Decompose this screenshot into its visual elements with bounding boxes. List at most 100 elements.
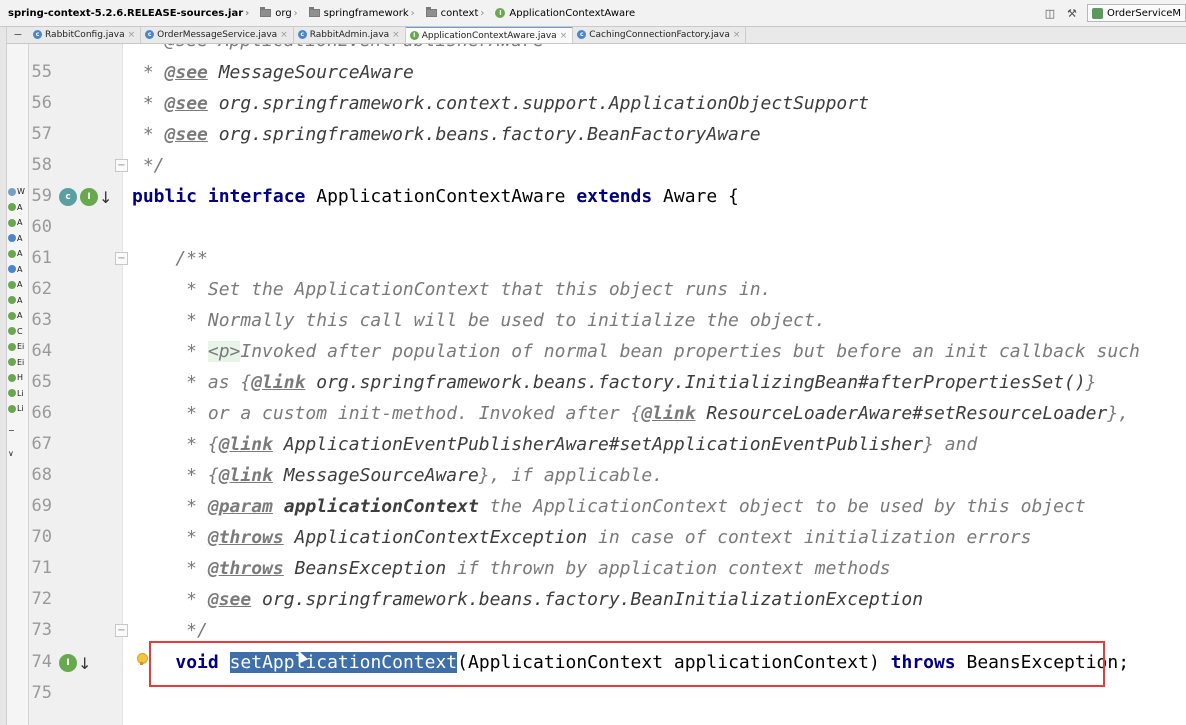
- line-number: 60: [31, 217, 52, 237]
- tree-item[interactable]: A: [7, 262, 28, 278]
- line-number: 74: [31, 652, 52, 672]
- code-line-60: 60: [29, 212, 1186, 243]
- code-text: * Set the ApplicationContext that this o…: [132, 279, 772, 300]
- interface-marker-icon[interactable]: I: [59, 654, 77, 672]
- interface-icon: [8, 296, 16, 305]
- code-line-59: 59 c I ↓ public interface ApplicationCon…: [29, 181, 1186, 212]
- breadcrumb-springframework[interactable]: springframework ›: [305, 7, 422, 19]
- fold-icon[interactable]: −: [115, 252, 128, 265]
- arrow-down-icon[interactable]: ↓: [99, 188, 112, 207]
- spring-boot-icon: [1091, 7, 1103, 19]
- line-number: 72: [31, 589, 52, 609]
- code-text: * @see org.springframework.beans.factory…: [132, 589, 924, 610]
- interface-icon: [8, 249, 16, 258]
- line-number: 61: [31, 248, 52, 268]
- editor-tabs: c RabbitConfig.java × c OrderMessageServ…: [29, 27, 1186, 44]
- breadcrumb-context[interactable]: context ›: [422, 7, 492, 19]
- line-number: 59: [31, 186, 52, 206]
- tree-item[interactable]: Ei: [7, 355, 28, 371]
- line-number: 68: [31, 465, 52, 485]
- code-text: * @see org.springframework.context.suppo…: [132, 93, 869, 114]
- code-line-71: 71 * @throws BeansException if thrown by…: [29, 553, 1186, 584]
- layout-icon[interactable]: ◫: [1042, 5, 1058, 21]
- tree-item[interactable]: C: [7, 324, 28, 340]
- tree-item[interactable]: A: [7, 308, 28, 324]
- line-number: 55: [31, 62, 52, 82]
- line-number: 73: [31, 620, 52, 640]
- breadcrumb-org[interactable]: org ›: [256, 7, 304, 19]
- code-line-74: 74 I ↓ void setApplicationContext(Applic…: [29, 647, 1186, 678]
- line-number: 57: [31, 124, 52, 144]
- code-line-72: 72 * @see org.springframework.beans.fact…: [29, 584, 1186, 615]
- interface-icon: [8, 203, 16, 212]
- interface-icon: [8, 373, 16, 382]
- tree-item[interactable]: A: [7, 277, 28, 293]
- tab-ordermessageservice[interactable]: c OrderMessageService.java ×: [141, 27, 294, 43]
- close-icon[interactable]: ×: [733, 30, 741, 40]
- tab-applicationcontextaware[interactable]: I ApplicationContextAware.java ×: [405, 27, 574, 43]
- code-line-57: 57 * @see org.springframework.beans.fact…: [29, 119, 1186, 150]
- class-icon: c: [577, 30, 587, 39]
- line-number: 69: [31, 496, 52, 516]
- folder-icon: [425, 7, 437, 17]
- run-configuration-selector[interactable]: OrderServiceM: [1086, 4, 1186, 22]
- tree-item[interactable]: A: [7, 231, 28, 247]
- hammer-icon[interactable]: ⚒: [1064, 5, 1080, 21]
- fold-icon[interactable]: −: [115, 624, 128, 637]
- tree-item[interactable]: A: [7, 293, 28, 309]
- tree-item[interactable]: W: [7, 184, 28, 200]
- code-text: */: [132, 155, 165, 176]
- line-number: 66: [31, 403, 52, 423]
- fold-icon[interactable]: −: [115, 159, 128, 172]
- gutter-markers: I ↓: [59, 653, 91, 673]
- line-number: 65: [31, 372, 52, 392]
- line-number: 64: [31, 341, 52, 361]
- code-line-70: 70 * @throws ApplicationContextException…: [29, 522, 1186, 553]
- tab-rabbitconfig[interactable]: c RabbitConfig.java ×: [29, 27, 142, 43]
- code-text: * {@link MessageSourceAware}, if applica…: [132, 465, 664, 486]
- collapse-icon[interactable]: −: [7, 27, 29, 44]
- breadcrumb-jar[interactable]: spring-context-5.2.6.RELEASE-sources.jar…: [0, 8, 256, 19]
- interface-icon: I: [495, 8, 506, 18]
- tree-item[interactable]: Li: [7, 386, 28, 402]
- close-icon[interactable]: ×: [280, 30, 288, 40]
- line-number: 63: [31, 310, 52, 330]
- code-line-65: 65 * as {@link org.springframework.beans…: [29, 367, 1186, 398]
- code-text: * @throws BeansException if thrown by ap…: [132, 558, 891, 579]
- line-number: 62: [31, 279, 52, 299]
- code-text: */: [132, 620, 208, 641]
- tree-item[interactable]: Li: [7, 401, 28, 417]
- close-icon[interactable]: ×: [128, 30, 136, 40]
- tree-item[interactable]: A: [7, 215, 28, 231]
- code-text: public interface ApplicationContextAware…: [132, 186, 739, 207]
- interface-marker-icon[interactable]: I: [80, 188, 98, 206]
- folder-icon: [260, 7, 272, 17]
- tree-item[interactable]: H: [7, 370, 28, 386]
- code-line-68: 68 * {@link MessageSourceAware}, if appl…: [29, 460, 1186, 491]
- tree-item[interactable]: A: [7, 246, 28, 262]
- implemented-by-icon[interactable]: c: [59, 188, 77, 206]
- code-text: * Normally this call will be used to ini…: [132, 310, 826, 331]
- breadcrumb-applicationcontextaware[interactable]: I ApplicationContextAware: [491, 8, 639, 19]
- close-icon[interactable]: ×: [560, 31, 568, 41]
- code-line-partial: * @see ApplicationEventPublisherAware: [29, 44, 1186, 56]
- line-number: 56: [31, 93, 52, 113]
- code-text: * @throws ApplicationContextException in…: [132, 527, 1032, 548]
- project-tree: W A A A A A A A A C Ei Ei H Li Li − ∨: [7, 44, 29, 725]
- interface-icon: [8, 327, 16, 336]
- tree-collapse-control[interactable]: −: [7, 423, 28, 439]
- close-icon[interactable]: ×: [392, 30, 400, 40]
- tree-item[interactable]: Ei: [7, 339, 28, 355]
- line-number: 58: [31, 155, 52, 175]
- tree-item[interactable]: A: [7, 200, 28, 216]
- navbar-toolbar: ◫ ⚒ OrderServiceM: [1039, 4, 1186, 22]
- code-text: * or a custom init-method. Invoked after…: [132, 403, 1130, 424]
- tree-expand-control[interactable]: ∨: [7, 446, 28, 462]
- code-editor[interactable]: * @see ApplicationEventPublisherAware 55…: [29, 44, 1186, 725]
- code-text: * @see org.springframework.beans.factory…: [132, 124, 761, 145]
- tab-cachingconnectionfactory[interactable]: c CachingConnectionFactory.java ×: [573, 27, 747, 43]
- tab-rabbitadmin[interactable]: c RabbitAdmin.java ×: [294, 27, 406, 43]
- arrow-down-icon[interactable]: ↓: [78, 654, 91, 673]
- code-line-75: 75: [29, 678, 1186, 709]
- interface-icon: [8, 404, 16, 413]
